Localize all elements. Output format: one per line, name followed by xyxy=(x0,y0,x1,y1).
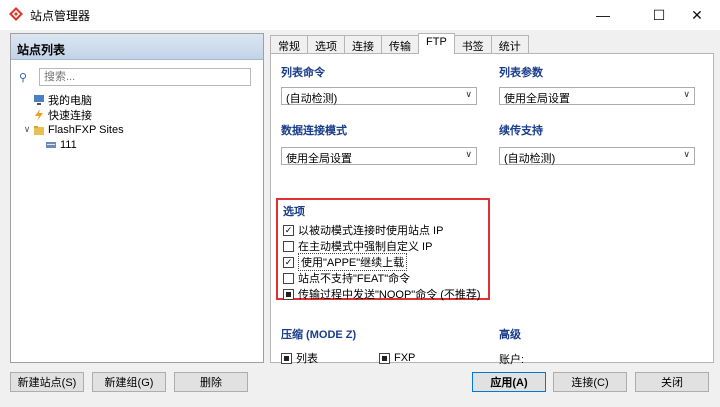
tab-ftp[interactable]: FTP xyxy=(418,33,455,54)
tab-connection[interactable]: 连接 xyxy=(344,35,382,53)
tree-item-flashfxp-sites[interactable]: ∨ FlashFXP Sites xyxy=(21,122,124,137)
option-send-noop[interactable]: 传输过程中发送"NOOP"命令 (不推荐) xyxy=(283,287,481,301)
delete-button[interactable]: 删除 xyxy=(174,372,248,392)
option-passive-use-site-ip[interactable]: ✓ 以被动模式连接时使用站点 IP xyxy=(283,223,443,237)
tab-options[interactable]: 选项 xyxy=(307,35,345,53)
tree-item-my-computer[interactable]: 我的电脑 xyxy=(21,92,124,107)
checkbox-checked[interactable]: ✓ xyxy=(283,224,294,236)
compression-fxp-option[interactable]: FXP xyxy=(379,351,415,365)
window-title: 站点管理器 xyxy=(30,9,91,23)
apply-button[interactable]: 应用(A) xyxy=(472,372,546,392)
checkbox-indeterminate[interactable] xyxy=(283,288,294,300)
data-mode-select[interactable]: 使用全局设置 ∨ xyxy=(281,147,477,165)
site-tree: 我的电脑 快速连接 ∨ FlashFXP Sites 111 xyxy=(21,92,124,152)
new-group-button[interactable]: 新建组(G) xyxy=(92,372,166,392)
option-no-feat[interactable]: 站点不支持"FEAT"命令 xyxy=(283,271,410,285)
options-label: 选项 xyxy=(283,206,305,218)
close-button[interactable]: 关闭 xyxy=(635,372,709,392)
tab-statistics[interactable]: 统计 xyxy=(490,35,529,53)
new-site-button[interactable]: 新建站点(S) xyxy=(10,372,84,392)
search-icon: ⚲ xyxy=(19,71,28,84)
site-search: ⚲ xyxy=(19,67,255,87)
list-command-label: 列表命令 xyxy=(281,67,325,79)
tree-item-label: 快速连接 xyxy=(48,109,92,122)
tree-item-label: FlashFXP Sites xyxy=(48,123,124,136)
site-settings-area: 常规 选项 连接 传输 FTP 书签 统计 列表命令 (自动检测) ∨ 列表参数… xyxy=(268,33,714,366)
checkbox-unchecked[interactable] xyxy=(283,272,294,284)
ftp-settings-panel: 列表命令 (自动检测) ∨ 列表参数 使用全局设置 ∨ 数据连接模式 使用全局设… xyxy=(270,53,714,366)
settings-tabs: 常规 选项 连接 传输 FTP 书签 统计 xyxy=(270,33,529,54)
compression-list-option[interactable]: 列表 xyxy=(281,351,318,365)
lightning-icon xyxy=(35,108,43,121)
resume-support-label: 续传支持 xyxy=(499,125,543,137)
tab-general[interactable]: 常规 xyxy=(270,35,308,53)
minimize-button[interactable]: — xyxy=(580,0,626,30)
advanced-label: 高级 xyxy=(499,329,521,341)
list-command-select[interactable]: (自动检测) ∨ xyxy=(281,87,477,105)
tab-transfer[interactable]: 传输 xyxy=(381,35,419,53)
options-highlight-box: 选项 ✓ 以被动模式连接时使用站点 IP 在主动模式中强制自定义 IP ✓ 使用… xyxy=(276,198,490,301)
checkbox-indeterminate[interactable] xyxy=(379,352,390,364)
account-label: 账户: xyxy=(499,354,525,366)
tree-item-site-111[interactable]: 111 xyxy=(21,137,124,152)
chevron-down-icon: ∨ xyxy=(683,89,690,99)
collapse-chevron-icon[interactable]: ∨ xyxy=(21,124,33,135)
server-icon xyxy=(46,141,56,148)
tree-item-quick-connect[interactable]: 快速连接 xyxy=(21,107,124,122)
chevron-down-icon: ∨ xyxy=(683,149,690,159)
tree-item-label: 我的电脑 xyxy=(48,94,92,107)
data-mode-label: 数据连接模式 xyxy=(281,125,347,137)
flashfxp-logo-icon xyxy=(9,7,23,21)
title-bar: 站点管理器 — ☐ ✕ xyxy=(0,0,720,30)
list-params-select[interactable]: 使用全局设置 ∨ xyxy=(499,87,695,105)
site-list-header: 站点列表 xyxy=(11,34,263,60)
tab-bookmarks[interactable]: 书签 xyxy=(453,35,492,53)
tree-item-label: 111 xyxy=(60,138,77,151)
checkbox-indeterminate[interactable] xyxy=(281,352,292,364)
compression-label: 压缩 (MODE Z) xyxy=(281,329,357,341)
site-manager-window: 站点管理器 — ☐ ✕ 站点列表 ⚲ 我的电脑 快速连接 ∨ Fla xyxy=(0,0,720,407)
checkbox-checked[interactable]: ✓ xyxy=(283,256,294,268)
list-params-label: 列表参数 xyxy=(499,67,543,79)
option-use-appe[interactable]: ✓ 使用"APPE"继续上载 xyxy=(283,253,408,271)
resume-support-select[interactable]: (自动检测) ∨ xyxy=(499,147,695,165)
folder-icon xyxy=(34,125,44,135)
close-window-button[interactable]: ✕ xyxy=(674,0,720,30)
site-list-panel: 站点列表 ⚲ 我的电脑 快速连接 ∨ FlashFXP Sites xyxy=(10,33,264,363)
option-active-force-custom-ip[interactable]: 在主动模式中强制自定义 IP xyxy=(283,239,432,253)
chevron-down-icon: ∨ xyxy=(465,149,472,159)
search-input[interactable] xyxy=(39,68,251,86)
connect-button[interactable]: 连接(C) xyxy=(553,372,627,392)
chevron-down-icon: ∨ xyxy=(465,89,472,99)
checkbox-unchecked[interactable] xyxy=(283,240,294,252)
computer-icon xyxy=(34,94,44,105)
